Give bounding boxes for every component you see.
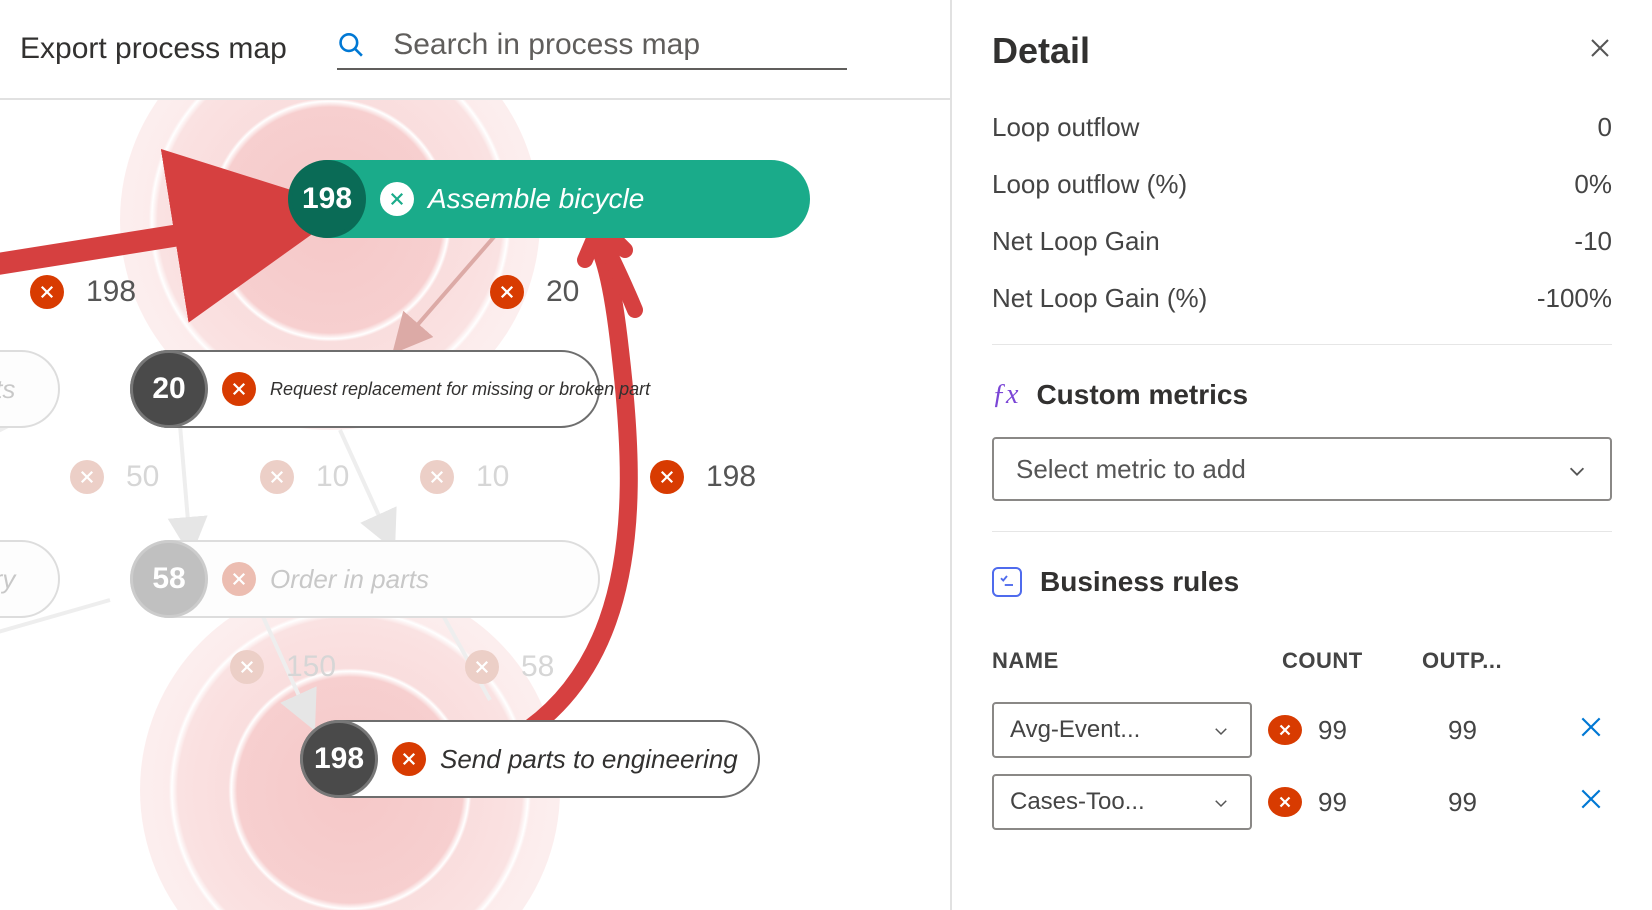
node-count: 58 xyxy=(130,540,208,618)
rule-output: 99 xyxy=(1448,787,1578,818)
panel-title: Detail xyxy=(992,30,1090,72)
rules-col-output: OUTP... xyxy=(1422,648,1552,674)
rule-count: 99 xyxy=(1318,715,1448,746)
custom-metrics-heading: Custom metrics xyxy=(1036,379,1248,411)
dropdown-placeholder: Select metric to add xyxy=(1016,454,1246,485)
close-icon xyxy=(230,650,264,684)
node-label: arts xyxy=(0,374,15,405)
node-count: 198 xyxy=(300,720,378,798)
node-send-parts[interactable]: 198 Send parts to engineering xyxy=(300,720,760,798)
metric-label: Net Loop Gain (%) xyxy=(992,283,1207,314)
close-icon xyxy=(650,460,684,494)
edge-label-198-right: 198 xyxy=(650,460,756,494)
business-rules-heading: Business rules xyxy=(1040,566,1239,598)
chevron-down-icon xyxy=(1212,791,1234,813)
node-assemble-bicycle[interactable]: 198 Assemble bicycle xyxy=(290,160,810,238)
rules-col-count: COUNT xyxy=(1282,648,1422,674)
export-process-map-link[interactable]: Export process map xyxy=(20,32,287,66)
close-icon xyxy=(222,372,256,406)
rule-output: 99 xyxy=(1448,715,1578,746)
metric-label: Net Loop Gain xyxy=(992,226,1160,257)
metric-value: -100% xyxy=(1537,283,1612,314)
edge-label-10b: 10 xyxy=(420,460,509,494)
node-order-in-parts[interactable]: 58 Order in parts xyxy=(130,540,600,618)
close-icon xyxy=(70,460,104,494)
node-count: 198 xyxy=(288,160,366,238)
close-icon xyxy=(222,562,256,596)
metric-value: -10 xyxy=(1574,226,1612,257)
chevron-down-icon xyxy=(1212,719,1234,741)
node-request-replacement[interactable]: 20 Request replacement for missing or br… xyxy=(130,350,600,428)
close-icon xyxy=(392,742,426,776)
metric-label: Loop outflow (%) xyxy=(992,169,1187,200)
custom-metric-dropdown[interactable]: Select metric to add xyxy=(992,437,1612,501)
rule-name-dropdown[interactable]: Cases-Too... xyxy=(992,774,1252,830)
fx-icon: ƒx xyxy=(992,379,1018,411)
edge-label-10a: 10 xyxy=(260,460,349,494)
search-input[interactable] xyxy=(393,28,847,62)
metric-value: 0% xyxy=(1574,169,1612,200)
node-label: Send parts to engineering xyxy=(440,744,738,775)
close-icon xyxy=(260,460,294,494)
error-icon xyxy=(1268,787,1302,817)
process-map-canvas[interactable]: 198 Assemble bicycle 20 Request replacem… xyxy=(0,100,950,910)
close-icon xyxy=(490,275,524,309)
rule-count: 99 xyxy=(1318,787,1448,818)
close-icon xyxy=(420,460,454,494)
chevron-down-icon xyxy=(1566,458,1588,480)
close-icon xyxy=(380,182,414,216)
search-field-wrap[interactable] xyxy=(337,28,847,70)
metric-label: Loop outflow xyxy=(992,112,1139,143)
edge-label-50: 50 xyxy=(70,460,159,494)
remove-rule-button[interactable] xyxy=(1578,714,1604,747)
edge-label-20: 20 xyxy=(490,275,579,309)
detail-panel: Detail Loop outflow0 Loop outflow (%)0% … xyxy=(952,0,1652,910)
error-icon xyxy=(1268,715,1302,745)
node-label: Request replacement for missing or broke… xyxy=(270,379,650,400)
rules-col-name: NAME xyxy=(992,648,1282,674)
rule-row: Cases-Too... 99 99 xyxy=(992,766,1612,838)
checklist-icon xyxy=(992,567,1022,597)
remove-rule-button[interactable] xyxy=(1578,786,1604,819)
close-icon xyxy=(30,275,64,309)
close-panel-button[interactable] xyxy=(1588,36,1612,67)
node-label: Assemble bicycle xyxy=(428,183,644,215)
node-label: tory xyxy=(0,564,15,595)
metric-value: 0 xyxy=(1598,112,1612,143)
edge-label-58: 58 xyxy=(465,650,554,684)
node-count: 20 xyxy=(130,350,208,428)
close-icon xyxy=(465,650,499,684)
search-icon xyxy=(337,29,365,61)
rule-row: Avg-Event... 99 99 xyxy=(992,694,1612,766)
edge-label-198-left: 198 xyxy=(30,275,136,309)
edge-label-150: 150 xyxy=(230,650,336,684)
node-label: Order in parts xyxy=(270,564,429,595)
rule-name-dropdown[interactable]: Avg-Event... xyxy=(992,702,1252,758)
